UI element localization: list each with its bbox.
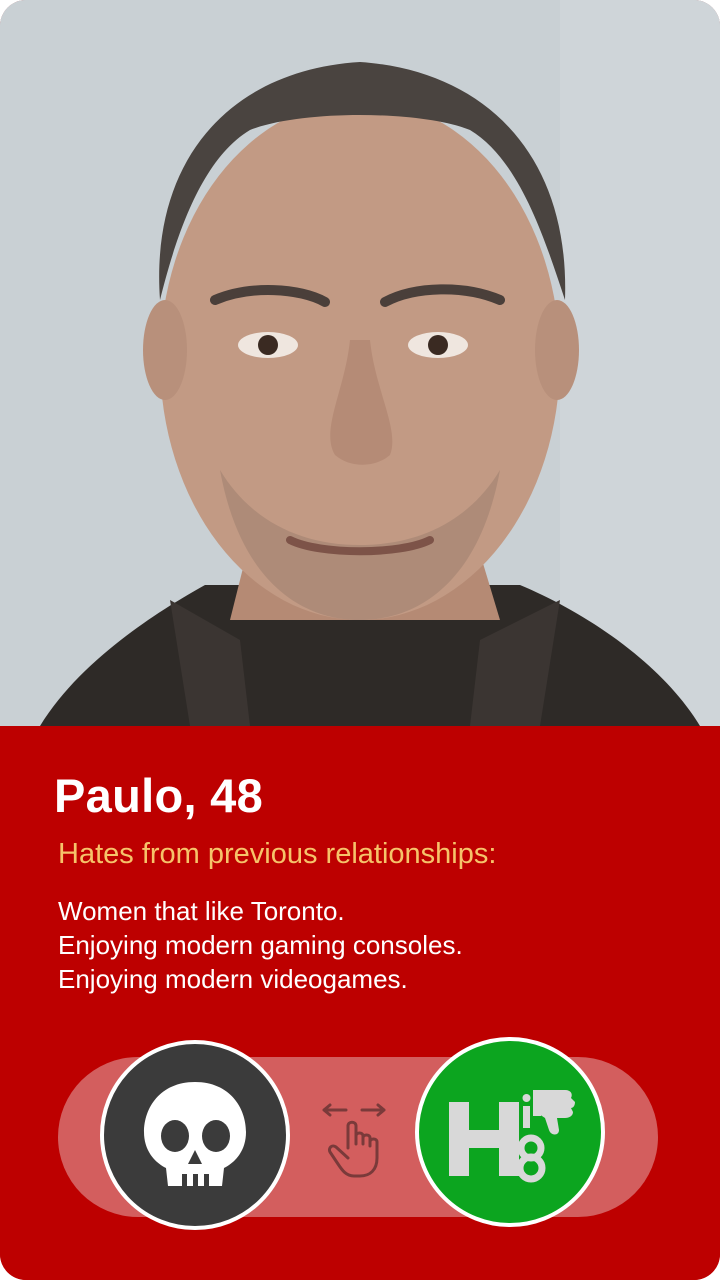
profile-card[interactable]: Paulo, 48 Hates from previous relationsh…: [0, 0, 720, 1280]
hates-heading: Hates from previous relationships:: [58, 838, 497, 870]
hates-list: Women that like Toronto. Enjoying modern…: [58, 894, 463, 996]
profile-photo-illustration: [0, 0, 720, 726]
profile-name-age: Paulo, 48: [54, 769, 264, 822]
swipe-hand-icon: [322, 1103, 386, 1178]
hate-item: Women that like Toronto.: [58, 896, 345, 926]
hate-item: Enjoying modern videogames.: [58, 964, 408, 994]
profile-info-panel: Paulo, 48 Hates from previous relationsh…: [0, 726, 720, 1280]
skull-icon: [144, 1082, 246, 1186]
profile-photo: [0, 0, 720, 726]
hate-item: Enjoying modern gaming consoles.: [58, 930, 463, 960]
hate-button[interactable]: [415, 1037, 605, 1227]
skip-button[interactable]: [100, 1040, 290, 1230]
h8-thumbs-down-icon: [449, 1090, 575, 1183]
